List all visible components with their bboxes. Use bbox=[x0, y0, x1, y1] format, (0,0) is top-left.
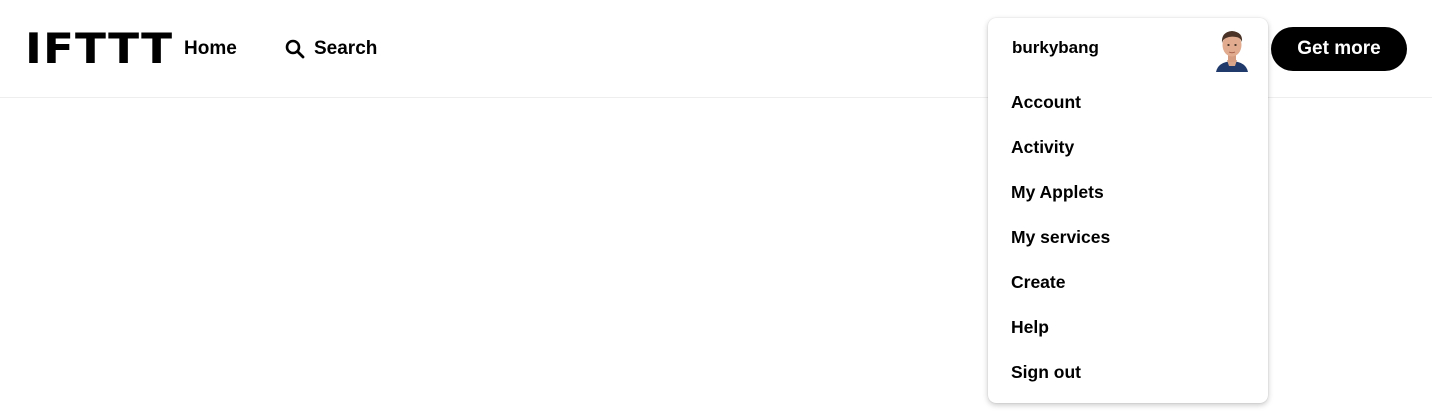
menu-item-activity[interactable]: Activity bbox=[1011, 136, 1241, 158]
menu-item-activity-label: Activity bbox=[1011, 137, 1075, 157]
menu-item-my-services-label: My services bbox=[1011, 227, 1111, 247]
search-icon bbox=[285, 39, 305, 59]
nav-search-label: Search bbox=[314, 38, 378, 59]
username: burkybang bbox=[1012, 38, 1099, 57]
menu-item-account[interactable]: Account bbox=[1011, 91, 1241, 113]
menu-item-my-services[interactable]: My services bbox=[1011, 226, 1241, 248]
menu-item-my-applets-label: My Applets bbox=[1011, 182, 1104, 202]
user-avatar bbox=[1216, 31, 1248, 72]
user-profile-row[interactable]: burkybang bbox=[988, 18, 1268, 80]
menu-item-sign-out[interactable]: Sign out bbox=[1011, 361, 1241, 383]
nav-search-link[interactable]: Search bbox=[285, 37, 377, 61]
nav-home-label: Home bbox=[184, 38, 237, 59]
get-more-button[interactable]: Get more bbox=[1271, 27, 1407, 71]
get-more-label: Get more bbox=[1297, 38, 1381, 59]
nav-home-link[interactable]: Home bbox=[184, 37, 237, 61]
ifttt-logo[interactable]: IFTTT bbox=[25, 25, 173, 73]
menu-item-sign-out-label: Sign out bbox=[1011, 362, 1081, 382]
menu-item-account-label: Account bbox=[1011, 92, 1081, 112]
menu-item-create-label: Create bbox=[1011, 272, 1066, 292]
menu-item-create[interactable]: Create bbox=[1011, 271, 1241, 293]
menu-item-help-label: Help bbox=[1011, 317, 1049, 337]
menu-item-my-applets[interactable]: My Applets bbox=[1011, 181, 1241, 203]
user-dropdown-menu: burkybang Account Activity My Applets My bbox=[988, 18, 1268, 403]
menu-item-help[interactable]: Help bbox=[1011, 316, 1241, 338]
